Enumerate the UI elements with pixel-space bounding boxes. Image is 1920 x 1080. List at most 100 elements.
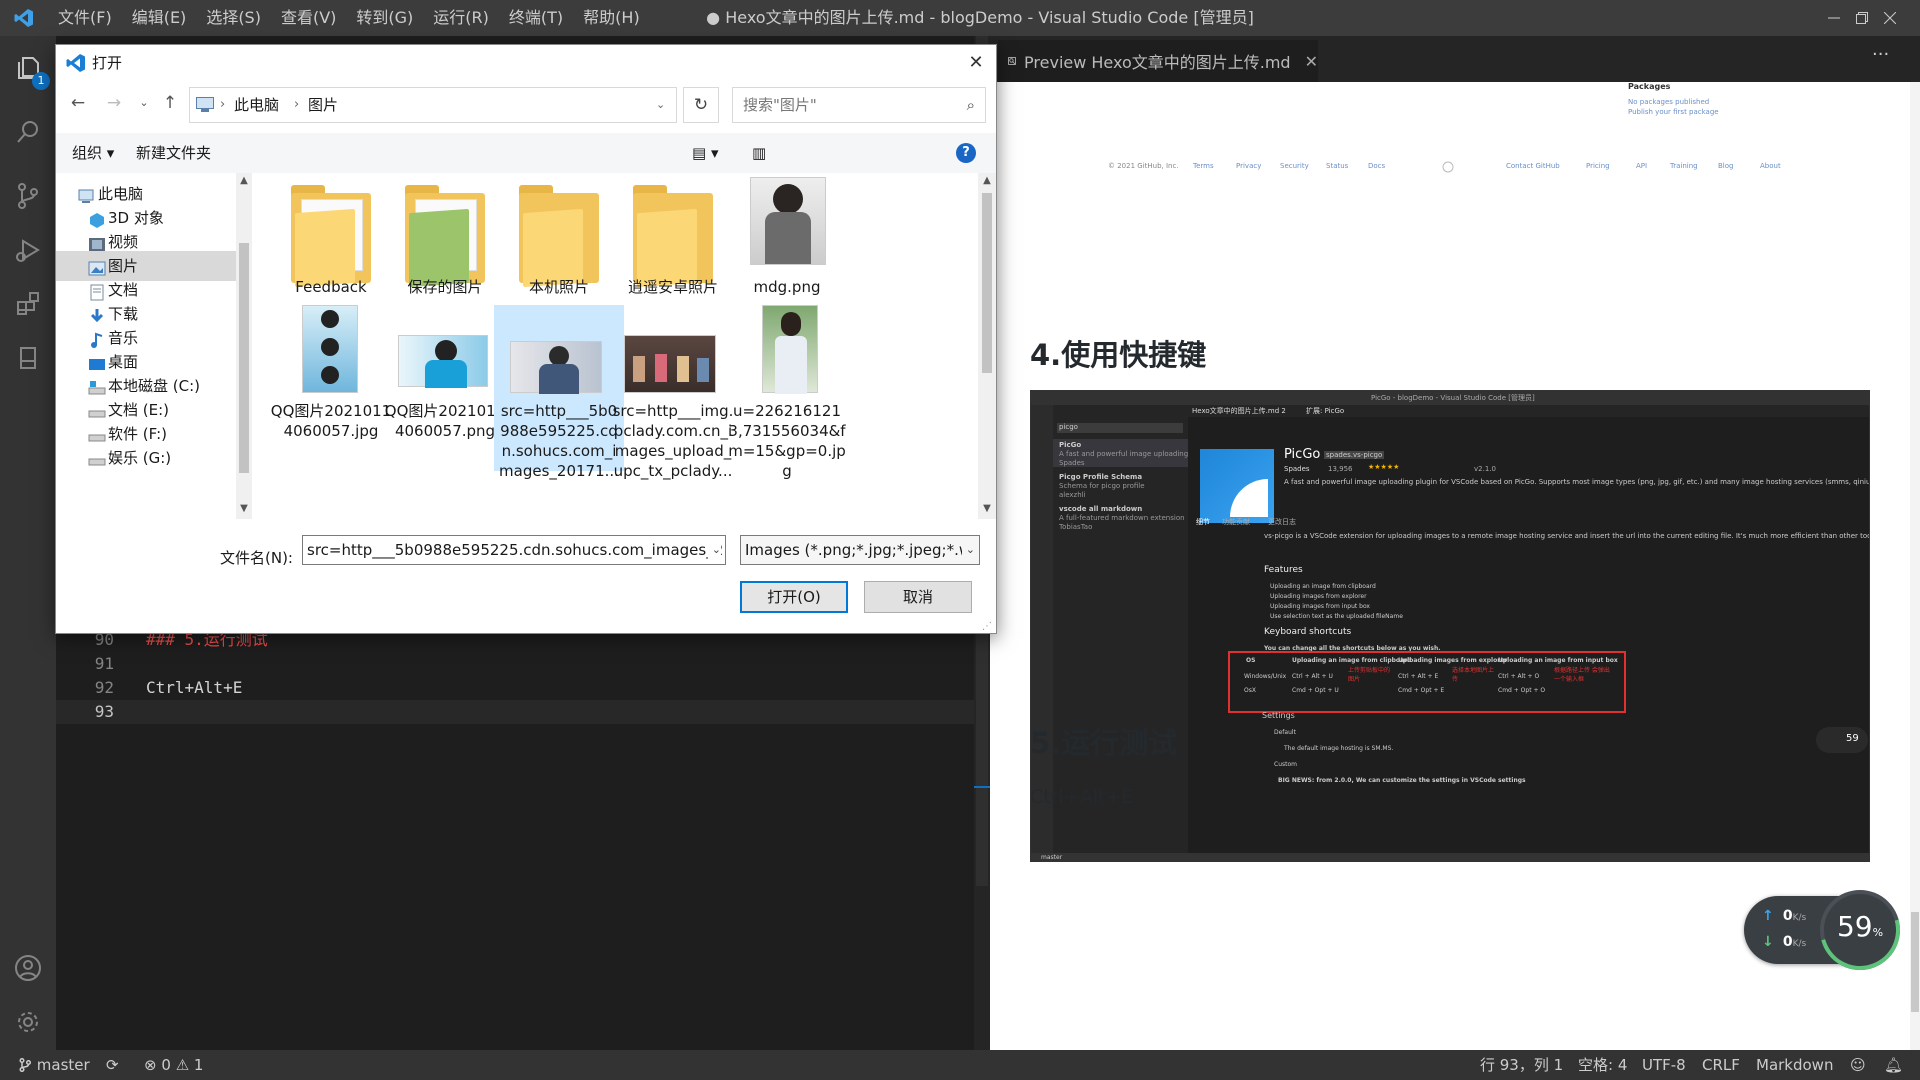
shot-list-desc: Schema for picgo profile [1059, 482, 1145, 490]
refresh-icon[interactable]: ↻ [683, 87, 719, 123]
folder-feedback[interactable]: Feedback [266, 177, 396, 301]
files-scrollbar-thumb[interactable] [982, 193, 992, 373]
close-tab-icon[interactable]: ✕ [1305, 52, 1318, 71]
organize-button[interactable]: 组织 ▾ [72, 133, 114, 173]
menu-help[interactable]: 帮助(H) [573, 0, 650, 36]
more-actions-icon[interactable]: ··· [1872, 44, 1889, 65]
gh-footer-link[interactable]: API [1636, 162, 1647, 170]
view-options-icon[interactable]: ▤ ▾ [692, 133, 718, 173]
back-arrow-icon[interactable]: ← [64, 89, 92, 117]
file-type-filter[interactable]: Images (*.png;*.jpg;*.jpeg;*.w ⌄ [740, 535, 980, 565]
breadcrumb-this-pc[interactable]: 此电脑 [234, 88, 279, 122]
gh-footer-link[interactable]: Security [1280, 162, 1309, 170]
filename-dropdown-chevron-icon[interactable]: ⌄ [707, 536, 721, 564]
breadcrumb-pictures[interactable]: 图片 [308, 88, 338, 122]
preview-scrollbar-thumb[interactable] [1911, 912, 1919, 1012]
filter-dropdown-chevron-icon[interactable]: ⌄ [961, 536, 975, 564]
file-qq-png[interactable]: QQ图片20210114060057.png [380, 305, 510, 471]
github-logo-icon [1442, 161, 1454, 173]
editor-cursor-marker [974, 786, 990, 788]
nav-scrollbar[interactable]: ▲ ▼ [236, 173, 252, 519]
feedback-icon[interactable]: ☺ [1850, 1050, 1866, 1080]
menu-run[interactable]: 运行(R) [423, 0, 499, 36]
help-icon[interactable]: ? [956, 143, 976, 163]
menu-selection[interactable]: 选择(S) [196, 0, 271, 36]
extensions-icon[interactable] [0, 276, 56, 332]
run-debug-icon[interactable] [0, 222, 56, 278]
menu-file[interactable]: 文件(F) [48, 0, 122, 36]
explorer-icon[interactable]: 1 [0, 40, 56, 96]
gh-footer-link[interactable]: Privacy [1236, 162, 1261, 170]
shot-feature: Uploading images from input box [1270, 603, 1370, 610]
indent-spaces[interactable]: 空格: 4 [1578, 1050, 1627, 1080]
recent-locations-chevron-icon[interactable]: ⌄ [130, 89, 158, 117]
file-pclady-jpg[interactable]: src=http___img.pclady.com.cn_images_uplo… [608, 305, 738, 480]
gh-footer-link[interactable]: Training [1670, 162, 1698, 170]
shot-tab2: 扩展: PicGo [1306, 407, 1345, 415]
end-of-line[interactable]: CRLF [1702, 1050, 1740, 1080]
problems-status[interactable]: ⊗ 0 ⚠ 1 [144, 1050, 203, 1080]
dialog-close-icon[interactable]: ✕ [956, 45, 996, 81]
resize-grip-icon[interactable]: ⋰ [982, 621, 992, 632]
gh-footer-link[interactable]: Blog [1718, 162, 1733, 170]
settings-gear-icon[interactable] [0, 994, 56, 1050]
menu-edit[interactable]: 编辑(E) [122, 0, 197, 36]
source-control-icon[interactable] [0, 168, 56, 224]
scroll-down-icon[interactable]: ▼ [236, 503, 252, 514]
menu-view[interactable]: 查看(V) [271, 0, 346, 36]
gh-footer-link[interactable]: About [1760, 162, 1781, 170]
gh-publish-link[interactable]: Publish your first package [1628, 108, 1719, 116]
files-scrollbar[interactable]: ▲ ▼ [978, 173, 996, 519]
shot-setting: Custom [1274, 761, 1297, 768]
scroll-down-icon[interactable]: ▼ [979, 503, 995, 514]
menu-go[interactable]: 转到(G) [346, 0, 423, 36]
nav-scrollbar-thumb[interactable] [239, 243, 249, 473]
filename-input[interactable]: src=http___5b0988e595225.cdn.sohucs.com_… [302, 535, 726, 565]
new-folder-button[interactable]: 新建文件夹 [136, 133, 211, 173]
scroll-up-icon[interactable]: ▲ [979, 175, 995, 186]
file-qq-jpg[interactable]: QQ图片20210114060057.jpg [266, 305, 396, 471]
folder-saved-pictures[interactable]: 保存的图片 [380, 177, 510, 301]
gh-footer-link[interactable]: Pricing [1586, 162, 1610, 170]
file-sohucs-jpg-selected[interactable]: src=http___5b0988e595225.cdn.sohucs.com_… [494, 305, 624, 480]
notifications-bell-icon[interactable]: 🔔︎ [1884, 1050, 1903, 1080]
preview-pane-icon[interactable]: ▥ [752, 133, 766, 173]
cancel-button[interactable]: 取消 [864, 581, 972, 613]
gh-footer-link[interactable]: Docs [1368, 162, 1385, 170]
file-encoding[interactable]: UTF-8 [1642, 1050, 1686, 1080]
menu-terminal[interactable]: 终端(T) [499, 0, 573, 36]
open-button[interactable]: 打开(O) [740, 581, 848, 613]
nav-item-drive-g[interactable]: 娱乐 (G:) [56, 443, 236, 473]
search-field[interactable]: 搜索"图片" ⌕ [732, 87, 986, 123]
file-mdg-png[interactable]: mdg.png [722, 177, 852, 301]
cursor-position[interactable]: 行 93，列 1 [1480, 1050, 1563, 1080]
close-window-button[interactable] [1860, 0, 1920, 36]
search-icon[interactable] [0, 104, 56, 160]
computer-icon [196, 97, 214, 112]
language-mode[interactable]: Markdown [1756, 1050, 1833, 1080]
up-arrow-icon[interactable]: ↑ [156, 89, 184, 117]
folder-emulator-photos[interactable]: 逍遥安卓照片 [608, 177, 738, 301]
shot-note: 选择本地图片上传 [1452, 667, 1495, 683]
memory-usage-gauge[interactable]: 59% [1805, 875, 1915, 985]
sync-icon[interactable]: ⟳ [106, 1050, 119, 1080]
address-dropdown-icon[interactable]: ⌄ [656, 88, 665, 122]
bookmark-icon[interactable] [0, 330, 56, 386]
shot-feature: Uploading images from explorer [1270, 593, 1367, 600]
file-u2262-jpg[interactable]: u=2262161213,731556034&fm=15&gp=0.jpg [722, 305, 852, 480]
editor-line-current[interactable]: 93 [56, 700, 974, 724]
account-icon[interactable] [0, 940, 56, 996]
shot-search: picgo [1057, 423, 1183, 433]
tab-preview[interactable]: Preview Hexo文章中的图片上传.md ✕ [998, 40, 1318, 82]
gh-footer-link[interactable]: Status [1326, 162, 1348, 170]
gh-footer-link[interactable]: Terms [1193, 162, 1214, 170]
editor-line[interactable]: 92 Ctrl+Alt+E [56, 676, 974, 700]
forward-arrow-icon[interactable]: → [100, 89, 128, 117]
preview-scrollbar[interactable] [1910, 82, 1920, 1050]
address-bar[interactable]: › 此电脑 › 图片 ⌄ [189, 87, 677, 123]
branch-status[interactable]: master [18, 1050, 90, 1080]
folder-camera-roll[interactable]: 本机照片 [494, 177, 624, 301]
gh-footer-link[interactable]: Contact GitHub [1506, 162, 1560, 170]
scroll-up-icon[interactable]: ▲ [236, 175, 252, 186]
editor-line[interactable]: 91 [56, 652, 974, 676]
